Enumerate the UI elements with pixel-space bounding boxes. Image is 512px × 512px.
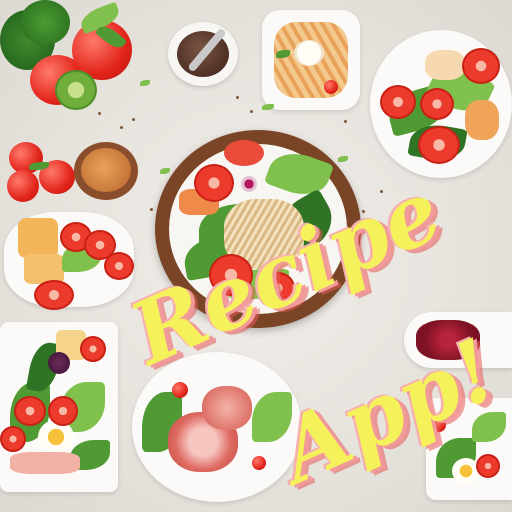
title-line-app: App! (264, 319, 512, 503)
title-block: Recipe App! (0, 0, 512, 512)
title-line-recipe: Recipe (116, 160, 456, 385)
app-splash-canvas: Recipe App! (0, 0, 512, 512)
